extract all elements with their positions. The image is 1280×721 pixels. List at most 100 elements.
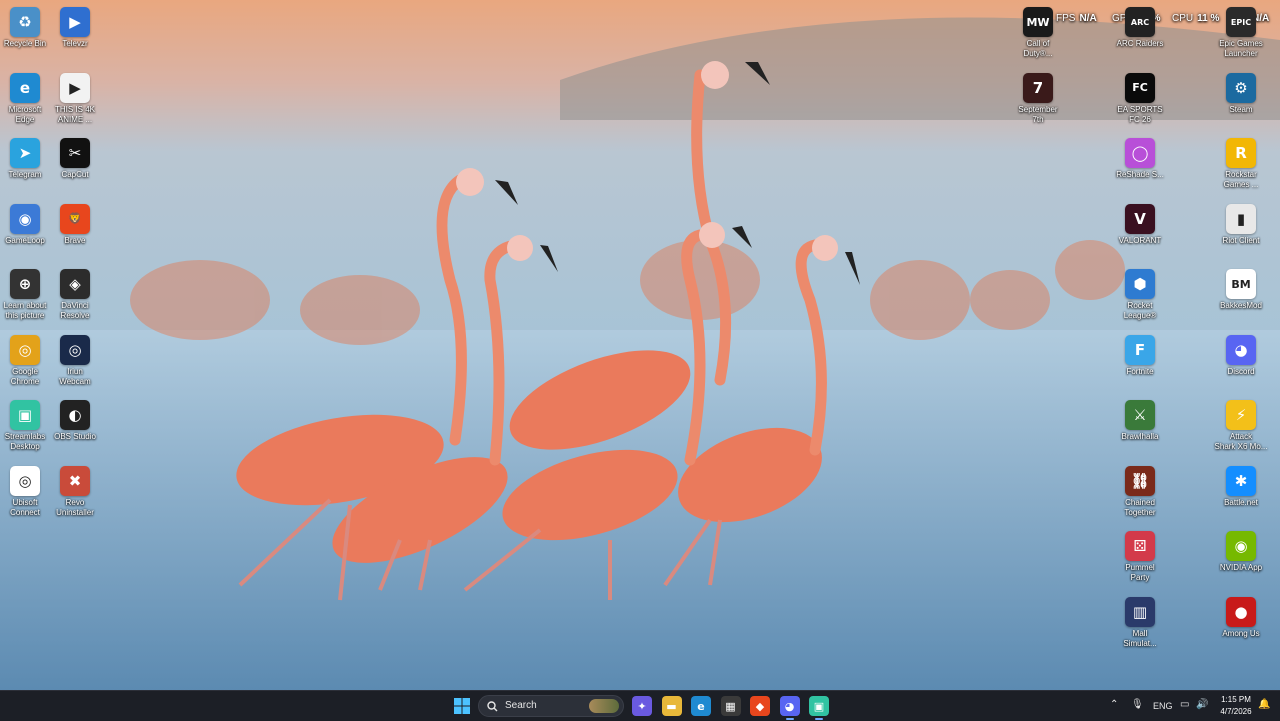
recycle-bin-icon: ♻ xyxy=(10,7,40,37)
taskbar-clock[interactable]: 1:15 PM 4/7/2026 xyxy=(1216,694,1256,718)
desktop-shortcut[interactable]: ▥ Mall Simulat... xyxy=(1110,596,1170,649)
streamlabs-taskbar-icon[interactable]: ▣ xyxy=(809,696,829,716)
desktop-shortcut[interactable]: ⚄ Pummel Party xyxy=(1110,531,1170,583)
desktop-shortcut[interactable]: F Fortnite xyxy=(1110,334,1170,377)
taskbar-search[interactable]: Search xyxy=(478,695,624,717)
desktop-shortcut[interactable]: R Rockstar Games ... xyxy=(1211,138,1271,190)
language-indicator[interactable]: ENG xyxy=(1153,701,1173,711)
capcut-icon: ✂ xyxy=(60,138,90,168)
desktop-shortcut[interactable]: ✖ Revo Uninstaller xyxy=(45,465,105,518)
televzr-icon: ▶ xyxy=(60,7,90,37)
bakkesmod-icon: BM xyxy=(1226,269,1256,299)
pummel-party-icon: ⚄ xyxy=(1125,531,1155,561)
battlenet-icon: ✱ xyxy=(1226,465,1256,496)
desktop-shortcut-label: Iriun Webcam xyxy=(59,366,91,386)
call-of-duty-icon: MW xyxy=(1023,7,1053,37)
desktop-shortcut[interactable]: ◎ Iriun Webcam xyxy=(45,334,105,387)
iriun-webcam-icon: ◎ xyxy=(60,334,90,365)
desktop-shortcut[interactable]: ◕ Discord xyxy=(1211,334,1271,377)
telegram-icon: ➤ xyxy=(10,138,40,168)
file-explorer-taskbar-icon[interactable]: ▬ xyxy=(661,696,682,716)
search-icon xyxy=(487,701,498,712)
desktop-shortcut-label: Epic Games Launcher xyxy=(1219,39,1263,58)
desktop-shortcut-label: THIS IS 4K ANIME ... xyxy=(54,104,95,124)
desktop-shortcut[interactable]: ⬢ Rocket League® xyxy=(1110,269,1170,321)
desktop-shortcut-label: OBS Studio xyxy=(54,432,96,441)
brawlhalla-icon: ⚔ xyxy=(1125,400,1155,430)
desktop-shortcut-label: Fortnite xyxy=(1126,366,1154,376)
desktop-shortcut[interactable]: ◐ OBS Studio xyxy=(45,400,105,442)
desktop-shortcut-label: September 7th xyxy=(1018,104,1058,124)
ea-fc-icon: FC xyxy=(1125,72,1155,103)
desktop-shortcut-label: Steam xyxy=(1229,104,1253,114)
desktop-shortcut-label: Call of Duty®... xyxy=(1023,39,1053,58)
show-hidden-icons-chevron-icon[interactable]: ⌃ xyxy=(1110,699,1118,710)
desktop-shortcut-label: EA SPORTS FC 26 xyxy=(1117,104,1163,124)
desktop-shortcut[interactable]: BM BakkesMod xyxy=(1211,269,1271,311)
desktop-shortcut[interactable]: ⚙ Steam xyxy=(1211,72,1271,115)
search-placeholder: Search xyxy=(505,700,537,711)
desktop-shortcut[interactable]: ● Among Us xyxy=(1211,596,1271,639)
desktop-shortcut[interactable]: ▮ Riot Client xyxy=(1211,203,1271,246)
desktop-shortcut-label: BakkesMod xyxy=(1220,301,1262,310)
valorant-icon: V xyxy=(1125,203,1155,234)
store-taskbar-icon[interactable]: ▦ xyxy=(720,696,741,716)
start-button[interactable] xyxy=(452,696,472,716)
desktop-shortcut[interactable]: ◈ DaVinci Resolve xyxy=(45,269,105,321)
desktop-shortcut-label: VALORANT xyxy=(1118,235,1162,245)
streamlabs-icon: ▣ xyxy=(10,400,40,430)
learn-picture-icon: ⊕ xyxy=(10,269,40,299)
windows-start-icon xyxy=(454,698,470,714)
desktop-shortcut-label: Rockstar Games ... xyxy=(1223,170,1259,189)
desktop-shortcut[interactable]: ⛓ Chained Together xyxy=(1110,465,1170,518)
desktop-shortcut[interactable]: ▶ THIS IS 4K ANIME ... xyxy=(45,72,105,125)
rocket-league-icon: ⬢ xyxy=(1125,269,1155,299)
desktop-shortcut-label: Attack Shark X6 Mo... xyxy=(1214,432,1268,451)
desktop-shortcut-label: Discord xyxy=(1227,366,1255,376)
desktop-shortcut[interactable]: V VALORANT xyxy=(1110,203,1170,246)
anime-file-icon: ▶ xyxy=(60,72,90,103)
steam-icon: ⚙ xyxy=(1226,72,1256,103)
edge-icon: e xyxy=(10,72,40,103)
desktop-shortcut[interactable]: ◉ NVIDIA App xyxy=(1211,531,1271,573)
desktop-wallpaper xyxy=(0,0,1280,690)
mall-simulator-icon: ▥ xyxy=(1125,596,1155,627)
desktop-shortcut-label: DaVinci Resolve xyxy=(60,301,90,320)
notifications-icon[interactable]: 🔔 xyxy=(1258,699,1270,710)
desktop-shortcut[interactable]: 7 September 7th xyxy=(1008,72,1068,125)
arc-raiders-icon: ARC xyxy=(1125,7,1155,37)
desktop-shortcut-label: Pummel Party xyxy=(1125,563,1155,582)
volume-icon[interactable]: 🔊 xyxy=(1196,699,1208,710)
network-icon[interactable]: ▭ xyxy=(1180,699,1189,710)
edge-taskbar-icon[interactable]: e xyxy=(691,696,711,716)
desktop-shortcut[interactable]: MW Call of Duty®... xyxy=(1008,7,1068,59)
desktop-shortcut[interactable]: ⚡ Attack Shark X6 Mo... xyxy=(1211,400,1271,452)
davinci-icon: ◈ xyxy=(60,269,90,299)
brave-taskbar-icon[interactable]: ◆ xyxy=(750,696,770,716)
desktop-shortcut[interactable]: EPIC Epic Games Launcher xyxy=(1211,7,1271,59)
discord-taskbar-icon[interactable]: ◕ xyxy=(779,696,800,716)
desktop-shortcut-label: Televzr xyxy=(62,39,88,48)
desktop-shortcut[interactable]: ▶ Televzr xyxy=(45,7,105,49)
desktop-shortcut[interactable]: 🦁 Brave xyxy=(45,203,105,246)
reshade-icon: ◯ xyxy=(1125,138,1155,168)
revo-uninstaller-icon: ✖ xyxy=(60,465,90,496)
desktop-shortcut[interactable]: ✱ Battle.net xyxy=(1211,465,1271,508)
desktop-shortcut-label: ARC Raiders xyxy=(1116,39,1164,48)
desktop-shortcut-label: Chained Together xyxy=(1124,497,1156,517)
desktop-shortcut-label: Brave xyxy=(64,235,86,245)
desktop-shortcut[interactable]: ✂ CapCut xyxy=(45,138,105,180)
ubisoft-icon: ◎ xyxy=(10,465,40,496)
desktop-shortcut-label: NVIDIA App xyxy=(1219,563,1263,572)
desktop-shortcut[interactable]: FC EA SPORTS FC 26 xyxy=(1110,72,1170,125)
desktop-shortcut[interactable]: ◯ ReShade S... xyxy=(1110,138,1170,180)
taskbar: Search ✦ ▬ e ▦ ◆ ◕ ▣ ⌃ 🎙 ENG ▭ 🔊 1:15 PM 4/7/2… xyxy=(0,690,1280,721)
desktop-shortcut[interactable]: ⚔ Brawlhalla xyxy=(1110,400,1170,442)
microphone-icon[interactable]: 🎙 xyxy=(1131,699,1144,710)
desktop-shortcut-label: Mall Simulat... xyxy=(1123,628,1157,648)
chained-together-icon: ⛓ xyxy=(1125,465,1155,496)
copilot-taskbar-icon[interactable]: ✦ xyxy=(632,696,652,716)
epic-games-icon: EPIC xyxy=(1226,7,1256,37)
desktop-shortcut[interactable]: ARC ARC Raiders xyxy=(1110,7,1170,49)
search-highlight-badge xyxy=(589,699,619,713)
